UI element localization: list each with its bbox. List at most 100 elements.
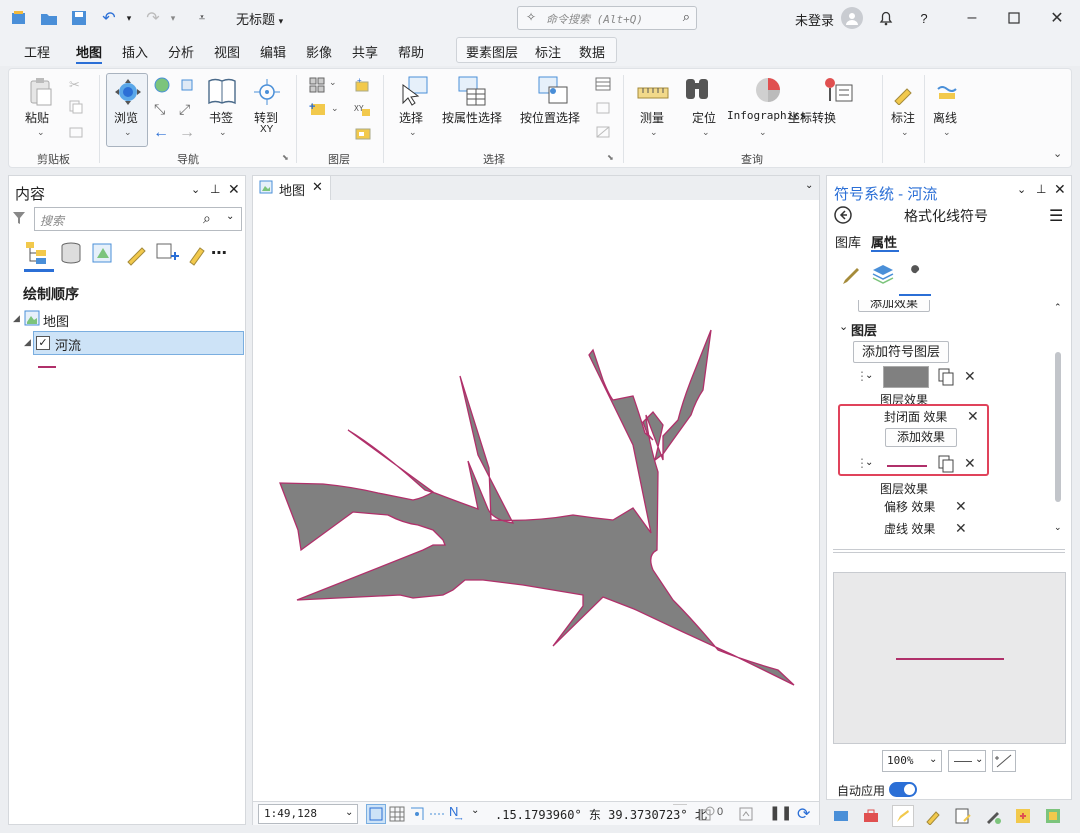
add-effect-button[interactable]: 添加效果	[885, 428, 957, 447]
symbol-structure-wrench-icon[interactable]	[903, 264, 925, 286]
select-by-location-button[interactable]: 按位置选择	[520, 109, 580, 126]
collapse-ribbon-icon[interactable]: ⌄	[1053, 147, 1062, 160]
remove-layer-icon[interactable]: ✕	[964, 368, 976, 385]
label-icon[interactable]	[891, 81, 915, 106]
help-icon[interactable]: ?	[914, 7, 934, 29]
map-canvas[interactable]	[253, 200, 819, 800]
cut-icon[interactable]: ✂	[69, 77, 80, 93]
selection-launcher-icon[interactable]: ⬊	[607, 153, 614, 162]
duplicate-layer-icon[interactable]	[938, 455, 954, 473]
offline-button[interactable]: 离线	[933, 109, 957, 126]
tab-imagery[interactable]: 影像	[306, 42, 332, 61]
redo-dropdown-icon[interactable]: ▾	[163, 8, 183, 28]
basemap-icon[interactable]	[309, 77, 325, 93]
add-data-dropdown-icon[interactable]: ⌄	[331, 103, 339, 114]
symbol-brush-icon[interactable]	[840, 264, 862, 286]
scrollbar-thumb[interactable]	[1055, 352, 1061, 502]
remove-offset-effect-icon[interactable]: ✕	[955, 498, 967, 515]
project-title[interactable]: 无标题 ▾	[236, 9, 283, 28]
list-by-editing-icon[interactable]	[124, 240, 148, 266]
expand-stroke-layer-icon[interactable]: ⌄	[865, 457, 873, 468]
fixed-scale-icon[interactable]	[366, 804, 386, 824]
explore-button[interactable]: 浏览 ⌄	[106, 73, 148, 147]
coordinate-conversion-icon[interactable]	[822, 75, 854, 105]
snapping-icon[interactable]	[409, 806, 425, 822]
label-class-tab-icon[interactable]	[924, 807, 942, 826]
tab-properties[interactable]: 属性	[871, 232, 897, 251]
add-symbol-layer-button[interactable]: 添加符号图层	[853, 341, 949, 363]
north-arrow-icon[interactable]: N͢	[449, 804, 458, 819]
label-button[interactable]: 标注	[891, 109, 915, 126]
attributes-tab-icon[interactable]	[954, 807, 972, 825]
tab-data[interactable]: 数据	[579, 42, 605, 61]
fixed-zoom-in-icon[interactable]	[179, 77, 195, 93]
clear-selection-icon[interactable]	[595, 125, 611, 139]
back-icon[interactable]	[833, 205, 853, 225]
open-project-icon[interactable]	[39, 8, 59, 28]
basemap-dropdown-icon[interactable]: ⌄	[329, 77, 337, 88]
bookmark-button[interactable]: 书签	[209, 109, 233, 126]
preview-background-select[interactable]: ⌄	[948, 750, 986, 772]
constraints-icon[interactable]	[429, 806, 445, 822]
close-pane-icon[interactable]: ✕	[228, 181, 240, 198]
tab-share[interactable]: 共享	[352, 42, 378, 61]
add-effect-button-top[interactable]: 添加效果	[858, 300, 930, 312]
pin-icon[interactable]: ⊥	[1036, 182, 1046, 196]
measure-button[interactable]: 测量	[640, 109, 664, 126]
select-by-attributes-icon[interactable]	[457, 75, 487, 107]
remove-dash-effect-icon[interactable]: ✕	[955, 520, 967, 537]
maximize-icon[interactable]	[1002, 7, 1026, 29]
fill-layer-swatch[interactable]	[883, 366, 929, 388]
layer-visibility-checkbox[interactable]: ✓	[36, 336, 50, 350]
offline-dropdown-icon[interactable]: ⌄	[943, 127, 951, 138]
paste-button[interactable]: 粘贴	[25, 109, 49, 126]
pin-icon[interactable]: ⊥	[210, 182, 220, 196]
grid-icon[interactable]	[389, 806, 405, 822]
navigate-launcher-icon[interactable]: ⬊	[282, 153, 289, 162]
list-by-data-source-icon[interactable]	[59, 240, 83, 266]
zoom-in-arrows-icon[interactable]: ⤡	[154, 101, 165, 118]
scale-select[interactable]: 1:49,128 ⌄	[258, 804, 358, 824]
customize-toolbar-icon[interactable]: ⩡	[192, 8, 212, 28]
redo-icon[interactable]: ↷	[143, 8, 163, 28]
preview-zoom-select[interactable]: 100% ⌄	[882, 750, 942, 772]
tab-view[interactable]: 视图	[214, 42, 240, 61]
geoprocessing-tab-icon[interactable]	[862, 807, 880, 825]
attributes-icon[interactable]	[595, 77, 611, 91]
paste-dropdown-icon[interactable]: ⌄	[37, 127, 45, 138]
scroll-up-icon[interactable]: ⌃	[1054, 302, 1062, 313]
full-extent-icon[interactable]	[154, 77, 170, 93]
save-project-icon[interactable]	[69, 8, 89, 28]
tab-feature-layer[interactable]: 要素图层	[466, 42, 518, 61]
tab-edit[interactable]: 编辑	[260, 42, 286, 61]
tab-project[interactable]: 工程	[24, 42, 50, 61]
label-dropdown-icon[interactable]: ⌄	[901, 127, 909, 138]
pane-menu-icon[interactable]: ⌄	[191, 183, 200, 196]
create-features-tab-icon[interactable]	[1014, 807, 1032, 825]
paste-icon[interactable]	[29, 77, 53, 107]
locate-button[interactable]: 定位	[692, 109, 716, 126]
tab-analysis[interactable]: 分析	[168, 42, 194, 61]
close-pane-icon[interactable]: ✕	[1054, 181, 1066, 198]
infographics-dropdown-icon[interactable]: ⌄	[759, 127, 767, 138]
layer-line-symbol[interactable]	[38, 366, 56, 368]
locate-dropdown-icon[interactable]: ⌄	[702, 127, 710, 138]
next-extent-icon[interactable]: →	[179, 124, 195, 142]
infographics-icon[interactable]	[753, 75, 783, 105]
notification-bell-icon[interactable]	[876, 7, 896, 29]
symbology-tab-icon[interactable]	[892, 805, 914, 827]
bookmark-dropdown-icon[interactable]: ⌄	[219, 127, 227, 138]
refresh-icon[interactable]: ⟳	[797, 804, 810, 824]
catalog-tab-icon[interactable]	[832, 807, 850, 825]
avatar-icon[interactable]	[841, 7, 863, 29]
xy-table-icon[interactable]: XY	[354, 101, 372, 117]
pause-drawing-icon[interactable]: ❚❚	[769, 804, 792, 821]
minimize-icon[interactable]: –	[960, 7, 984, 29]
tab-labeling[interactable]: 标注	[535, 42, 561, 61]
tree-item-map[interactable]: 地图	[43, 311, 69, 330]
select-dropdown-icon[interactable]: ⌄	[409, 127, 417, 138]
login-status[interactable]: 未登录	[795, 10, 834, 29]
select-icon[interactable]	[399, 75, 429, 107]
remove-layer-icon[interactable]: ✕	[964, 455, 976, 472]
stroke-layer-swatch[interactable]	[887, 465, 927, 467]
